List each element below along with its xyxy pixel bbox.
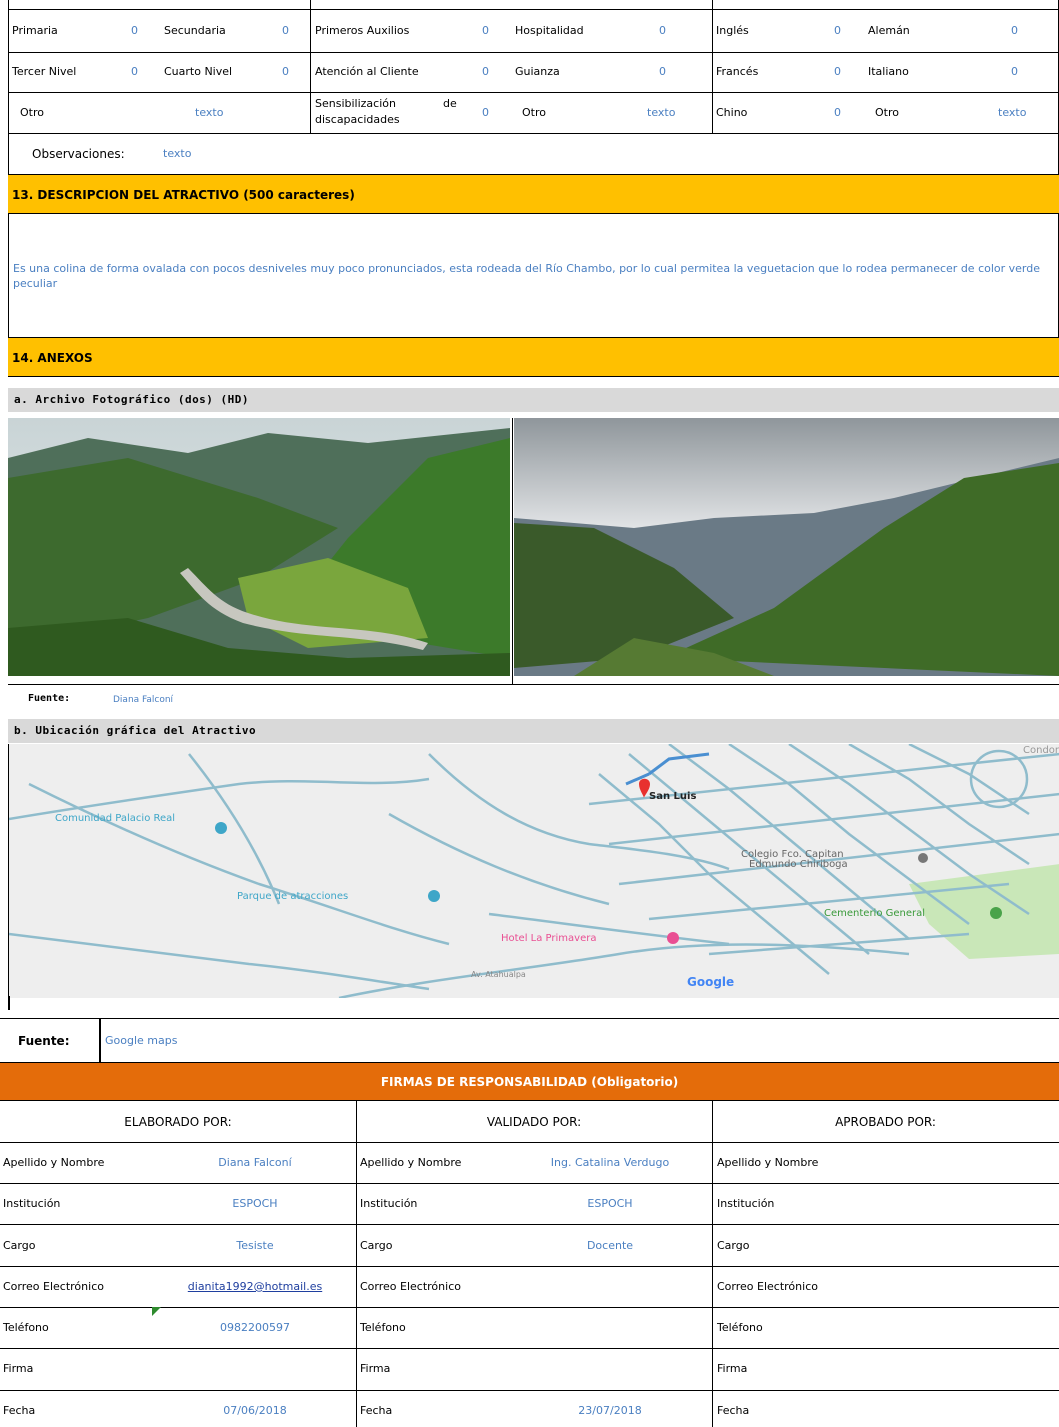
cell-value: 0 (1011, 24, 1018, 37)
cell-value: 0 (131, 65, 138, 78)
cell-value: 0 (834, 65, 841, 78)
elaborado-value: 07/06/2018 (223, 1404, 287, 1417)
row-label: Teléfono (3, 1321, 49, 1334)
map-label: Edmundo Chiriboga (749, 859, 848, 870)
cell-label: Chino (716, 106, 748, 119)
landscape-image (514, 418, 1059, 676)
cell-label: Francés (716, 65, 759, 78)
cell-value: 0 (282, 24, 289, 37)
cell-value: 0 (131, 24, 138, 37)
cell-label: Tercer Nivel (12, 65, 77, 78)
location-map[interactable]: Comunidad Palacio Real Parque de atracci… (8, 744, 1059, 998)
cell-value: 0 (482, 65, 489, 78)
cell-value: 0 (282, 65, 289, 78)
row-label: Firma (3, 1362, 34, 1375)
cell-value: 0 (1011, 65, 1018, 78)
map-label: Parque de atracciones (237, 891, 349, 902)
cell-value: texto (647, 106, 676, 119)
column-header: APROBADO POR: (835, 1115, 936, 1129)
row-label: Fecha (360, 1404, 393, 1417)
row-label: Cargo (360, 1239, 393, 1252)
elaborado-value: Tesiste (236, 1239, 274, 1252)
observations-label: Observaciones: (32, 147, 125, 161)
cell-value: 0 (834, 24, 841, 37)
row-label: Correo Electrónico (717, 1280, 818, 1293)
row-label: Correo Electrónico (3, 1280, 104, 1293)
cell-label: discapacidades (315, 113, 400, 126)
cell-label: Hospitalidad (515, 24, 584, 37)
elaborado-value: 0982200597 (220, 1321, 290, 1334)
cell-value: 0 (482, 106, 489, 119)
email-link[interactable]: dianita1992@hotmail.es (155, 1280, 355, 1294)
landscape-image (8, 418, 510, 676)
photos-subheader: a. Archivo Fotográfico (dos) (HD) (8, 388, 1059, 412)
photo-source-value: Diana Falconí (113, 695, 174, 705)
validado-value: 23/07/2018 (578, 1404, 642, 1417)
row-label: Apellido y Nombre (717, 1156, 819, 1169)
map-label: Hotel La Primavera (501, 933, 597, 944)
map-image (9, 744, 1059, 998)
row-label: Institución (717, 1197, 775, 1210)
row-label: Cargo (3, 1239, 36, 1252)
row-label: Fecha (3, 1404, 36, 1417)
column-header: VALIDADO POR: (486, 1115, 582, 1129)
cell-label: Cuarto Nivel (164, 65, 233, 78)
valley-photo-1 (8, 418, 510, 676)
row-label: Apellido y Nombre (3, 1156, 105, 1169)
cell-value: 0 (482, 24, 489, 37)
map-label: Av. Atahualpa (471, 970, 526, 979)
map-source-label: Fuente: (18, 1034, 70, 1048)
row-label: Fecha (717, 1404, 750, 1417)
validado-value: ESPOCH (587, 1197, 633, 1210)
section-14-header: 14. ANEXOS (8, 337, 1059, 377)
cell-label: Sensibilización (315, 97, 396, 110)
elaborado-value: ESPOCH (232, 1197, 278, 1210)
validado-value: Docente (586, 1239, 634, 1252)
map-label: Condor (1023, 745, 1059, 756)
cell-label: Inglés (716, 24, 749, 37)
cell-label: Guianza (515, 65, 560, 78)
cell-label: Primaria (12, 24, 58, 37)
cell-label: Italiano (868, 65, 909, 78)
description-box: Es una colina de forma ovalada con pocos… (8, 214, 1059, 337)
valley-photo-2 (514, 418, 1059, 676)
row-label: Institución (360, 1197, 418, 1210)
section-13-header: 13. DESCRIPCION DEL ATRACTIVO (500 carac… (8, 174, 1059, 214)
map-label: San Luis (649, 791, 697, 802)
validado-value: Ing. Catalina Verdugo (550, 1156, 670, 1169)
cell-label: Alemán (868, 24, 910, 37)
cell-label: Otro (875, 106, 899, 119)
row-label: Firma (717, 1362, 748, 1375)
row-label: Institución (3, 1197, 61, 1210)
row-label: Apellido y Nombre (360, 1156, 462, 1169)
row-label: Correo Electrónico (360, 1280, 461, 1293)
row-label: Cargo (717, 1239, 750, 1252)
cell-label: Secundaria (164, 24, 226, 37)
photo-source-label: Fuente: (28, 693, 71, 704)
cell-value: 0 (659, 65, 666, 78)
cell-label: Atención al Cliente (315, 65, 419, 78)
row-label: Firma (360, 1362, 391, 1375)
cell-value: 0 (834, 106, 841, 119)
observations-value: texto (163, 147, 192, 160)
signatures-header: FIRMAS DE RESPONSABILIDAD (Obligatorio) (0, 1062, 1059, 1100)
cell-label: Primeros Auxilios (315, 24, 410, 37)
map-label: Comunidad Palacio Real (55, 813, 176, 824)
cell-label: Otro (522, 106, 546, 119)
column-header: ELABORADO POR: (124, 1115, 232, 1129)
comment-marker-icon (152, 1307, 161, 1316)
description-text: Es una colina de forma ovalada con pocos… (13, 262, 1041, 290)
row-label: Teléfono (717, 1321, 763, 1334)
row-label: Teléfono (360, 1321, 406, 1334)
google-logo: Google (687, 975, 735, 989)
map-subheader: b. Ubicación gráfica del Atractivo (8, 719, 1059, 743)
cell-label: Otro (20, 106, 44, 119)
elaborado-value: Diana Falconí (218, 1156, 292, 1169)
cell-value: texto (195, 106, 224, 119)
map-source-value: Google maps (105, 1034, 178, 1047)
cell-label: de (443, 97, 457, 110)
cell-value: texto (998, 106, 1027, 119)
cell-value: 0 (659, 24, 666, 37)
map-label: Cementerio General (824, 908, 926, 919)
